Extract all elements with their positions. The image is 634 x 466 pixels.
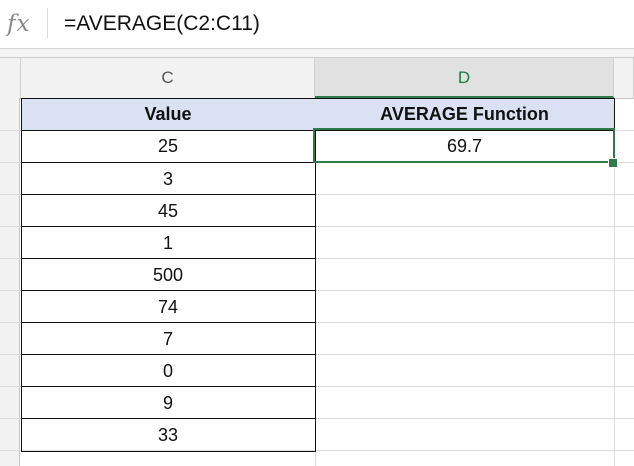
cell-c1-header[interactable]: Value (21, 98, 315, 130)
formula-bar-divider (47, 8, 48, 38)
formula-input[interactable]: =AVERAGE(C2:C11) (64, 9, 260, 39)
fill-handle[interactable] (608, 158, 618, 168)
formula-bar-separator (0, 49, 634, 58)
cell-d1-header[interactable]: AVERAGE Function (315, 98, 614, 130)
cell-c-value[interactable]: 7 (21, 322, 315, 354)
spreadsheet-grid[interactable]: C D Value AVERAGE Function 25 3 45 1 500 74 7 0… (0, 58, 634, 466)
cell-c-value[interactable]: 74 (21, 290, 315, 322)
cell-c-value[interactable]: 9 (21, 386, 315, 418)
fx-icon[interactable]: fx (7, 9, 37, 39)
cell-c-value[interactable]: 33 (21, 418, 315, 450)
cell-c-value[interactable]: 25 (21, 130, 315, 162)
cell-c-value[interactable]: 3 (21, 162, 315, 194)
cell-c-value[interactable]: 45 (21, 194, 315, 226)
cell-c-value[interactable]: 500 (21, 258, 315, 290)
formula-bar: fx =AVERAGE(C2:C11) (0, 0, 634, 49)
cell-c-value[interactable]: 0 (21, 354, 315, 386)
cell-d2-result[interactable]: 69.7 (315, 130, 614, 162)
cell-c-value[interactable]: 1 (21, 226, 315, 258)
